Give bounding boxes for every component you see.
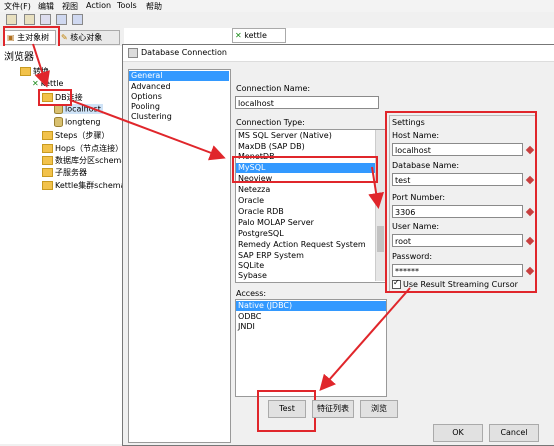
arrow-to-test	[319, 287, 411, 392]
arrow-to-settings	[368, 166, 385, 209]
arrow-to-mysql	[69, 99, 226, 161]
annotation-arrows	[32, 43, 411, 392]
arrow-to-db-connections	[32, 43, 50, 88]
